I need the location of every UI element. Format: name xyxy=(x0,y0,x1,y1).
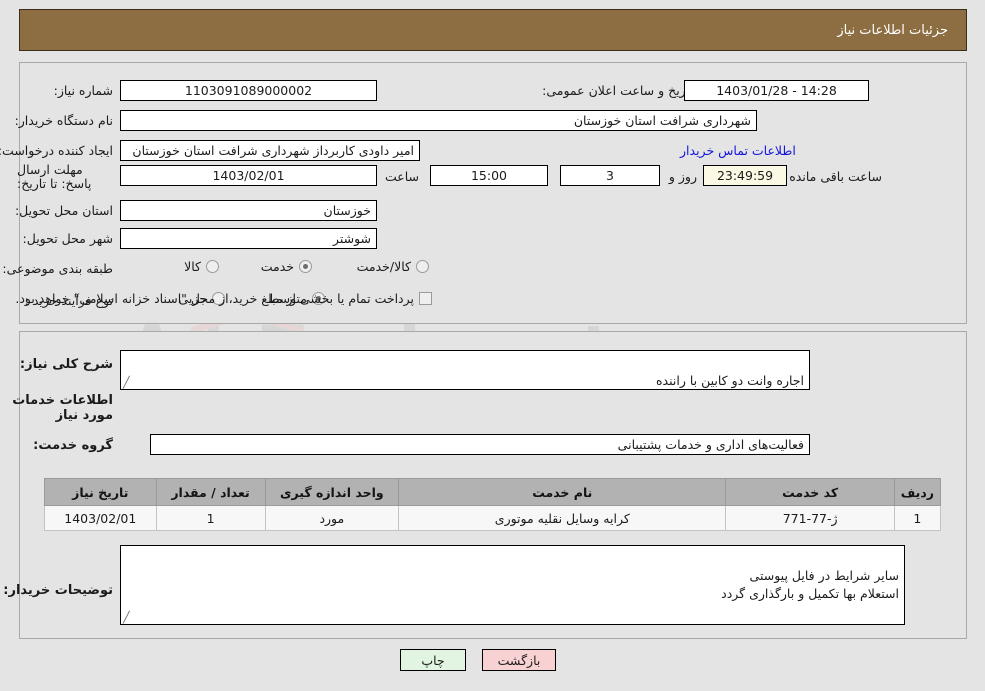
cell-unit: مورد xyxy=(264,505,400,531)
delivery-city-value: شوشتر xyxy=(120,228,377,249)
buyer-notes-textarea[interactable]: سایر شرایط در فایل پیوستی استعلام بها تک… xyxy=(120,545,905,625)
col-unit: واحد اندازه گیری xyxy=(264,478,400,506)
announcement-datetime-value: 14:28 - 1403/01/28 xyxy=(684,80,869,101)
buyer-org-value: شهرداری شرافت استان خوزستان xyxy=(120,110,757,131)
category-option-goods-service-label: کالا/خدمت xyxy=(356,259,411,274)
delivery-province-label: استان محل تحویل: xyxy=(14,203,113,219)
category-option-service-label: خدمت xyxy=(260,259,294,274)
need-number-row: شماره نیاز: xyxy=(17,80,113,102)
treasury-bond-checkbox[interactable] xyxy=(419,292,432,305)
col-service-code: کد خدمت xyxy=(725,478,895,506)
buyer-contact-link[interactable]: اطلاعات تماس خریدار xyxy=(680,143,796,158)
service-items-table: ردیف کد خدمت نام خدمت واحد اندازه گیری ت… xyxy=(44,478,942,531)
request-creator-label: ایجاد کننده درخواست: xyxy=(0,143,113,159)
service-group-value: فعالیت‌های اداری و خدمات پشتیبانی xyxy=(150,434,810,455)
treasury-bond-note: پرداخت تمام یا بخشی از مبلغ خرید،از محل … xyxy=(15,291,414,306)
resize-grip-icon[interactable]: ╱ xyxy=(123,377,133,388)
buyer-notes-label: توضیحات خریدار: xyxy=(3,583,113,598)
col-service-name: نام خدمت xyxy=(398,478,727,506)
need-number-label: شماره نیاز: xyxy=(53,83,113,99)
need-summary-panel xyxy=(19,62,967,324)
countdown-days-unit: روز و xyxy=(668,169,697,184)
general-desc-label: شرح کلی نیاز: xyxy=(19,357,113,372)
print-button[interactable]: چاپ xyxy=(400,649,466,671)
buyer-notes-value: سایر شرایط در فایل پیوستی استعلام بها تک… xyxy=(721,568,899,602)
cell-service-code: ژ-77-771 xyxy=(725,505,895,531)
treasury-bond-option[interactable]: پرداخت تمام یا بخشی از مبلغ خرید،از محل … xyxy=(15,291,432,306)
services-section-title: اطلاعات خدمات مورد نیاز xyxy=(12,393,113,423)
need-number-value: 1103091089000002 xyxy=(120,80,377,101)
page-root: AriaTender.net جزئیات اطلاعات نیاز شماره… xyxy=(0,0,985,691)
deadline-label: مهلت ارسال پاسخ: تا تاریخ: xyxy=(17,162,92,192)
page-title: جزئیات اطلاعات نیاز xyxy=(837,22,948,38)
countdown-timer-value: 23:49:59 xyxy=(703,165,787,186)
deadline-hour-label: ساعت xyxy=(384,169,419,184)
buyer-org-label: نام دستگاه خریدار: xyxy=(14,113,113,129)
category-option-goods-service[interactable]: کالا/خدمت xyxy=(357,259,429,274)
category-option-goods[interactable]: کالا xyxy=(184,259,219,274)
category-radio-goods-service[interactable] xyxy=(416,260,429,273)
cell-need-date: 1403/02/01 xyxy=(44,505,157,531)
request-creator-value: امیر داودی کاربرداز شهرداری شرافت استان … xyxy=(120,140,420,161)
announcement-label: تاریخ و ساعت اعلان عمومی: xyxy=(542,83,693,99)
table-row: 1 ژ-77-771 کرایه وسایل نقلیه موتوری مورد… xyxy=(44,505,942,531)
col-quantity: تعداد / مقدار xyxy=(155,478,266,506)
cell-row-number: 1 xyxy=(893,505,942,531)
cell-quantity: 1 xyxy=(155,505,266,531)
table-header-row: ردیف کد خدمت نام خدمت واحد اندازه گیری ت… xyxy=(44,478,942,506)
page-header-bar: جزئیات اطلاعات نیاز xyxy=(19,9,967,51)
deadline-date-value: 1403/02/01 xyxy=(120,165,377,186)
col-need-date: تاریخ نیاز xyxy=(44,478,157,506)
resize-grip-icon[interactable]: ╱ xyxy=(123,612,133,623)
category-option-goods-label: کالا xyxy=(184,259,201,274)
countdown-days-value: 3 xyxy=(560,165,660,186)
back-button[interactable]: بازگشت xyxy=(482,649,556,671)
deadline-hour-value: 15:00 xyxy=(430,165,548,186)
delivery-city-label: شهر محل تحویل: xyxy=(22,231,113,247)
category-radio-goods[interactable] xyxy=(206,260,219,273)
category-label: طبقه بندی موضوعی: xyxy=(2,261,113,277)
service-group-label: گروه خدمت: xyxy=(33,438,113,453)
countdown-suffix-label: ساعت باقی مانده xyxy=(789,169,882,184)
col-row-number: ردیف xyxy=(893,478,942,506)
category-option-service[interactable]: خدمت xyxy=(261,259,312,274)
general-desc-value: اجاره وانت دو کابین با راننده xyxy=(655,373,804,389)
category-radio-service[interactable] xyxy=(299,260,312,273)
cell-service-name: کرایه وسایل نقلیه موتوری xyxy=(398,505,727,531)
deadline-label-wrap: مهلت ارسال پاسخ: تا تاریخ: xyxy=(17,162,113,197)
general-desc-textarea[interactable]: اجاره وانت دو کابین با راننده ╱ xyxy=(120,350,810,390)
delivery-province-value: خوزستان xyxy=(120,200,377,221)
